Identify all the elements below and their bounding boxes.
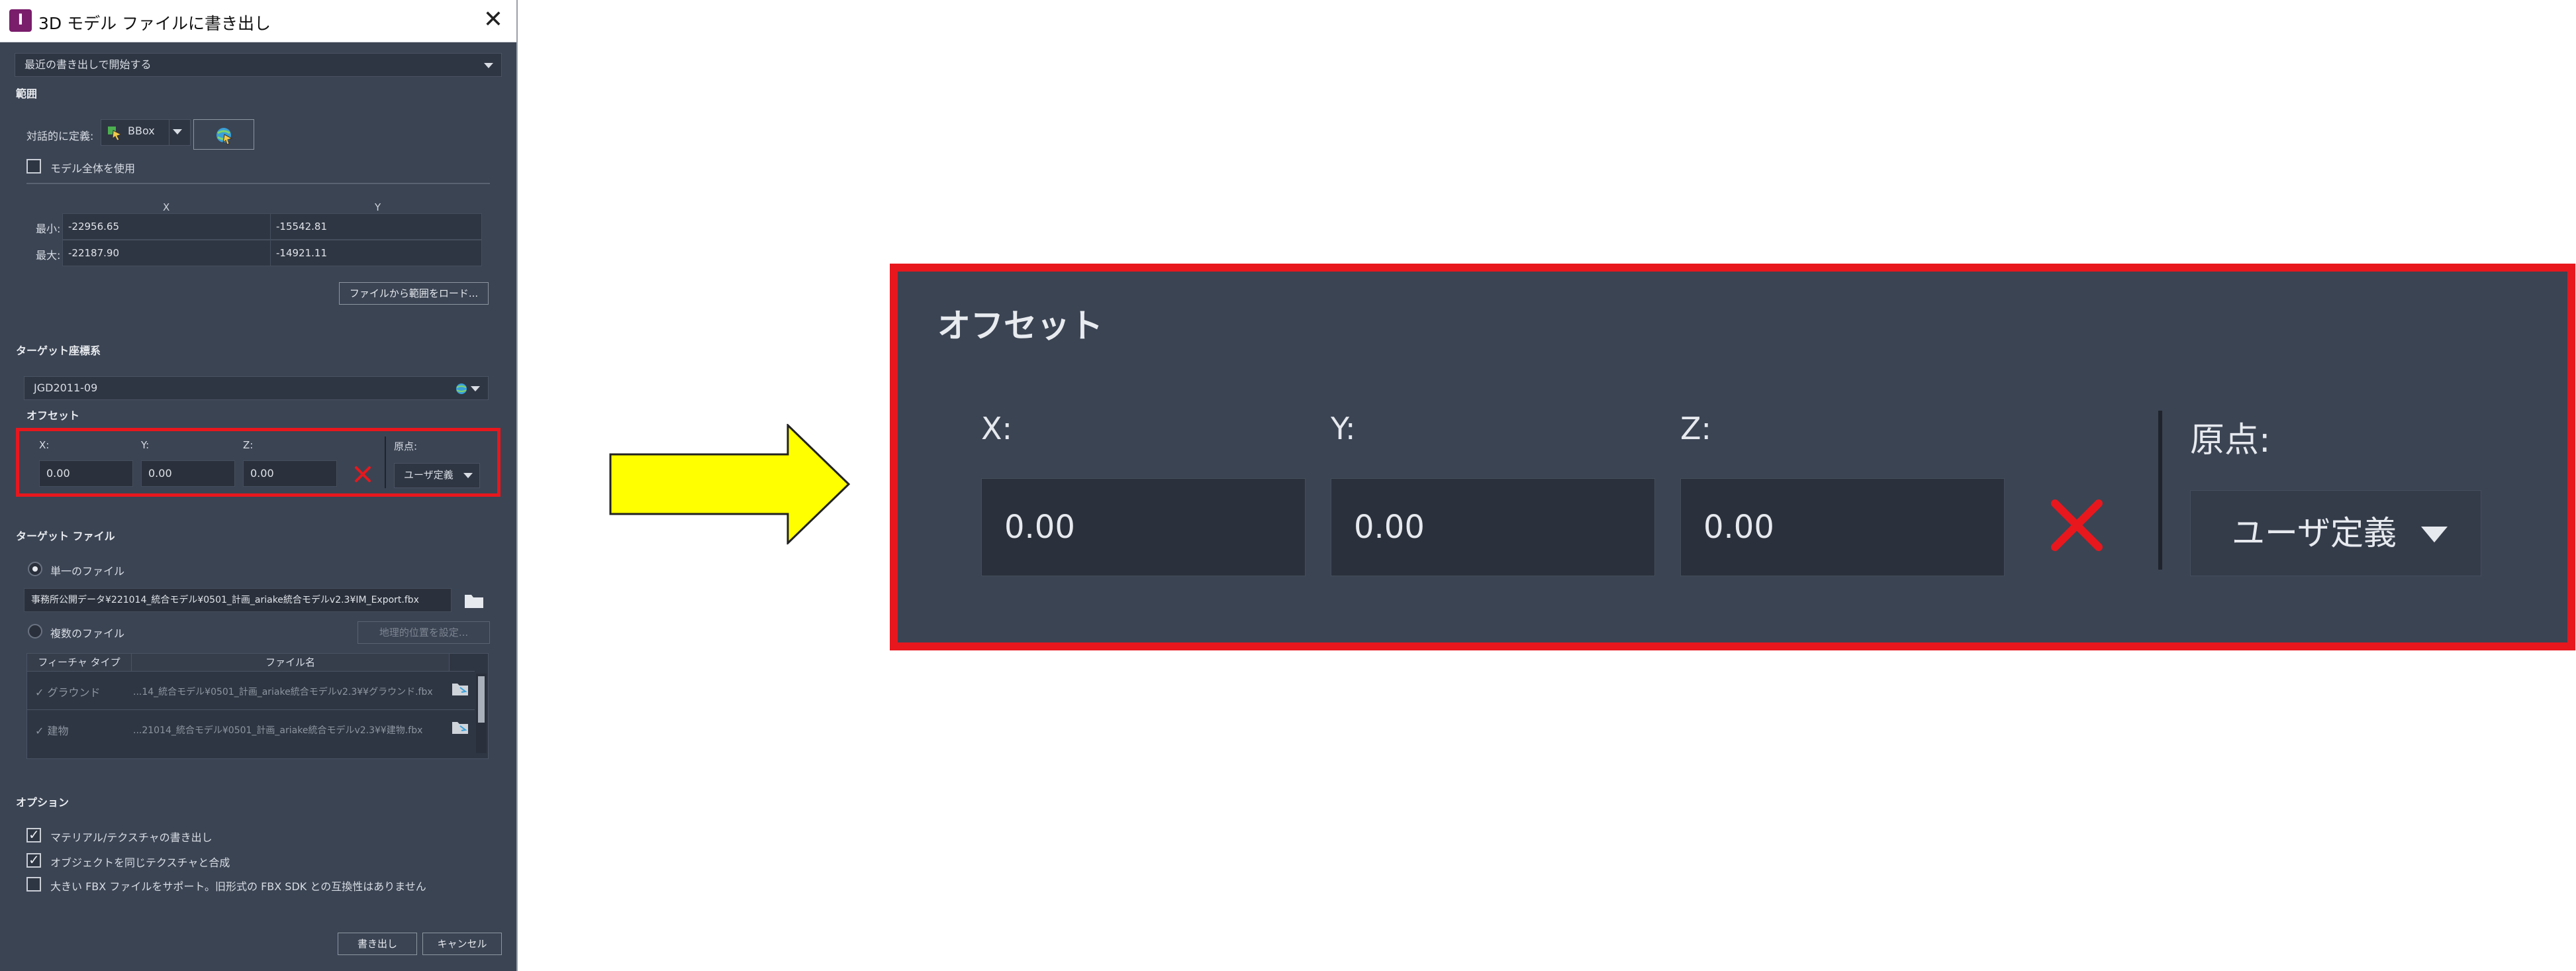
bbox-label: BBox [128, 125, 155, 137]
large-fbx-label: 大きい FBX ファイルをサポート。旧形式の FBX SDK との互換性はありま… [50, 880, 426, 893]
zoom-y-input[interactable]: 0.00 [1331, 478, 1655, 576]
preset-dropdown[interactable]: 最近の書き出しで開始する [15, 53, 502, 77]
chevron-down-icon [463, 473, 473, 478]
load-range-from-file-button[interactable]: ファイルから範囲をロード... [339, 282, 489, 305]
min-y-cell[interactable]: -15542.81 [270, 213, 482, 240]
open-folder-icon[interactable] [451, 719, 469, 735]
col-filename-header: ファイル名 [132, 654, 450, 671]
min-x-cell[interactable]: -22956.65 [62, 213, 301, 240]
col-feature-type-header: フィーチャ タイプ [27, 654, 132, 671]
origin-label: 原点: [394, 440, 418, 452]
zoom-z-label: Z: [1680, 411, 1712, 446]
clear-offset-icon[interactable] [354, 466, 371, 483]
merge-objects-label: オブジェクトを同じテクスチャと合成 [50, 856, 230, 869]
zoom-offset-divider [2158, 411, 2162, 570]
close-icon[interactable]: ✕ [483, 7, 503, 33]
target-file-section-title: ターゲット ファイル [16, 530, 115, 542]
export-materials-checkbox[interactable] [26, 827, 41, 843]
max-y-cell[interactable]: -14921.11 [270, 240, 482, 266]
globe-icon [456, 383, 467, 394]
set-geo-location-button[interactable]: 地理的位置を設定... [358, 621, 490, 644]
zoom-origin-dropdown[interactable]: ユーザ定義 [2190, 490, 2481, 576]
zoom-x-input[interactable]: 0.00 [981, 478, 1306, 576]
single-file-path-input[interactable]: 事務所公開データ¥221014_統合モデル¥0501_計画_ariake統合モデ… [24, 588, 452, 612]
target-crs-section-title: ターゲット座標系 [16, 344, 101, 357]
target-crs-value: JGD2011-09 [34, 382, 98, 394]
define-interactive-label: 対話的に定義: [26, 130, 94, 142]
title-bar: I 3D モデル ファイルに書き出し ✕ [0, 0, 516, 42]
row-feature-type: ✓ グラウンド [35, 686, 101, 699]
range-row-min: 最小: -22956.65 -15542.81 [30, 213, 483, 240]
offset-y-input[interactable]: 0.00 [141, 460, 235, 487]
app-icon: I [9, 9, 32, 32]
scrollbar-thumb[interactable] [478, 676, 485, 723]
offset-z-input[interactable]: 0.00 [243, 460, 337, 487]
col-x-header: X [163, 201, 170, 213]
zoom-origin-value: ユーザ定義 [2232, 514, 2397, 552]
table-row[interactable]: ✓ 建物 ...21014_統合モデル¥0501_計画_ariake統合モデルv… [27, 709, 475, 748]
cancel-button[interactable]: キャンセル [422, 933, 502, 955]
clear-offset-icon[interactable] [2047, 495, 2107, 555]
preset-value: 最近の書き出しで開始する [24, 58, 152, 71]
file-table: フィーチャ タイプ ファイル名 ✓ グラウンド ...14_統合モデル¥0501… [26, 653, 489, 759]
zoom-origin-label: 原点: [2190, 421, 2271, 460]
merge-objects-checkbox[interactable] [26, 852, 41, 868]
use-whole-model-label: モデル全体を使用 [50, 162, 136, 175]
chevron-down-icon [173, 129, 182, 134]
offset-highlight-box: X: Y: Z: 0.00 0.00 0.00 原点: ユーザ定義 [16, 428, 501, 497]
zoom-z-input[interactable]: 0.00 [1680, 478, 2005, 576]
zoom-x-label: X: [981, 411, 1013, 446]
offset-divider [385, 436, 386, 488]
row-filename: ...21014_統合モデル¥0501_計画_ariake統合モデルv2.3¥¥… [133, 725, 423, 736]
offset-section-title: オフセット [26, 409, 80, 422]
globe-pick-icon [216, 128, 233, 145]
file-table-scrollbar[interactable] [476, 674, 487, 753]
col-y-header: Y [375, 201, 381, 213]
offset-x-input[interactable]: 0.00 [39, 460, 133, 487]
target-crs-dropdown[interactable]: JGD2011-09 [24, 376, 489, 400]
options-section-title: オプション [16, 796, 70, 809]
large-fbx-checkbox[interactable] [26, 877, 41, 892]
export-materials-label: マテリアル/テクスチャの書き出し [50, 831, 213, 844]
chevron-down-icon [471, 386, 480, 391]
range-section-title: 範囲 [16, 87, 38, 100]
single-file-radio[interactable] [28, 562, 42, 576]
bbox-dropdown[interactable]: BBox [101, 119, 191, 146]
bbox-cursor-icon [108, 127, 122, 141]
min-label: 最小: [36, 223, 61, 235]
single-file-label: 単一のファイル [50, 565, 125, 578]
right-arrow-icon [609, 424, 851, 544]
origin-dropdown[interactable]: ユーザ定義 [394, 463, 480, 488]
row-filename: ...14_統合モデル¥0501_計画_ariake統合モデルv2.3¥¥グラウ… [133, 687, 433, 697]
max-x-cell[interactable]: -22187.90 [62, 240, 301, 266]
use-whole-model-checkbox[interactable] [26, 159, 41, 174]
chevron-down-icon [2421, 527, 2448, 542]
divider [26, 183, 490, 184]
offset-x-label: X: [39, 439, 50, 451]
offset-z-label: Z: [243, 439, 254, 451]
export-button[interactable]: 書き出し [338, 933, 417, 955]
dialog-title: 3D モデル ファイルに書き出し [38, 14, 271, 33]
max-label: 最大: [36, 249, 61, 262]
zoom-y-label: Y: [1331, 411, 1356, 446]
table-row[interactable]: ✓ グラウンド ...14_統合モデル¥0501_計画_ariake統合モデルv… [27, 671, 475, 709]
row-feature-type: ✓ 建物 [35, 725, 69, 737]
multiple-files-radio[interactable] [28, 624, 42, 639]
origin-value: ユーザ定義 [404, 469, 453, 481]
folder-icon[interactable] [463, 591, 485, 609]
export-3d-model-dialog: I 3D モデル ファイルに書き出し ✕ 最近の書き出しで開始する 範囲 対話的… [0, 0, 518, 971]
multiple-files-label: 複数のファイル [50, 627, 125, 640]
zoom-offset-title: オフセット [937, 307, 1103, 345]
offset-y-label: Y: [141, 439, 150, 451]
pick-on-map-button[interactable] [193, 119, 254, 150]
zoomed-offset-panel: オフセット X: Y: Z: 0.00 0.00 0.00 原点: ユーザ定義 [890, 264, 2575, 650]
range-row-max: 最大: -22187.90 -14921.11 [30, 240, 483, 266]
chevron-down-icon [484, 63, 493, 68]
open-folder-icon[interactable] [451, 681, 469, 697]
